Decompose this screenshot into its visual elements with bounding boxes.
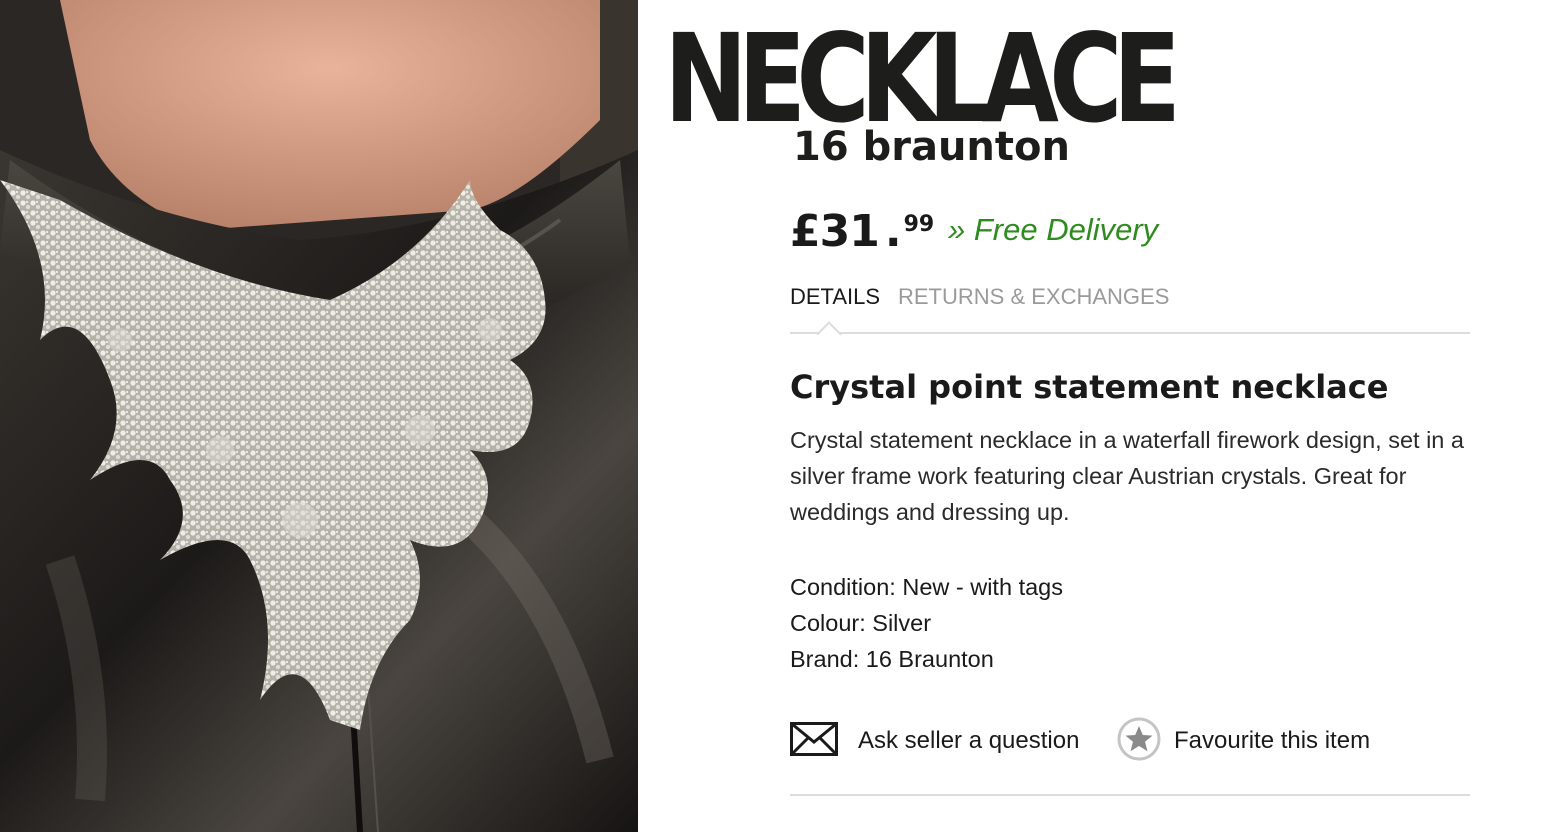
product-actions: Ask seller a question Favourite this ite… — [790, 716, 1470, 768]
tab-returns-exchanges[interactable]: RETURNS & EXCHANGES — [898, 284, 1169, 310]
star-icon — [1116, 716, 1162, 767]
divider — [790, 794, 1470, 796]
price-pence: 99 — [903, 212, 935, 237]
info-tabs: DETAILS RETURNS & EXCHANGES — [790, 284, 1470, 347]
product-page: NECKLACE 16 braunton £31.99 » Free Deliv… — [0, 0, 1546, 832]
tab-details[interactable]: DETAILS — [790, 284, 880, 310]
favourite-label: Favourite this item — [1174, 727, 1371, 754]
price: £31.99 — [790, 206, 934, 262]
category-title: NECKLACE — [664, 8, 1181, 150]
spec-colour: Colour: Silver — [790, 610, 932, 636]
free-delivery-text: » Free Delivery — [948, 212, 1159, 247]
favourite-button[interactable]: Favourite this item — [1116, 716, 1370, 766]
ask-seller-button[interactable]: Ask seller a question — [790, 716, 1079, 766]
price-dot: . — [884, 206, 902, 257]
ask-seller-label: Ask seller a question — [858, 727, 1080, 754]
product-specs: Condition: New - with tags Colour: Silve… — [790, 569, 1063, 677]
price-main: £31 — [790, 206, 880, 257]
product-photo[interactable] — [0, 0, 638, 832]
seller-name[interactable]: 16 braunton — [793, 124, 1070, 170]
product-name: Crystal point statement necklace — [790, 368, 1389, 406]
active-tab-indicator — [816, 321, 842, 347]
envelope-icon — [790, 721, 838, 761]
spec-condition: Condition: New - with tags — [790, 574, 1063, 600]
spec-brand: Brand: 16 Braunton — [790, 646, 994, 672]
product-description: Crystal statement necklace in a waterfal… — [790, 427, 1464, 525]
necklace-photo-image — [0, 0, 638, 832]
